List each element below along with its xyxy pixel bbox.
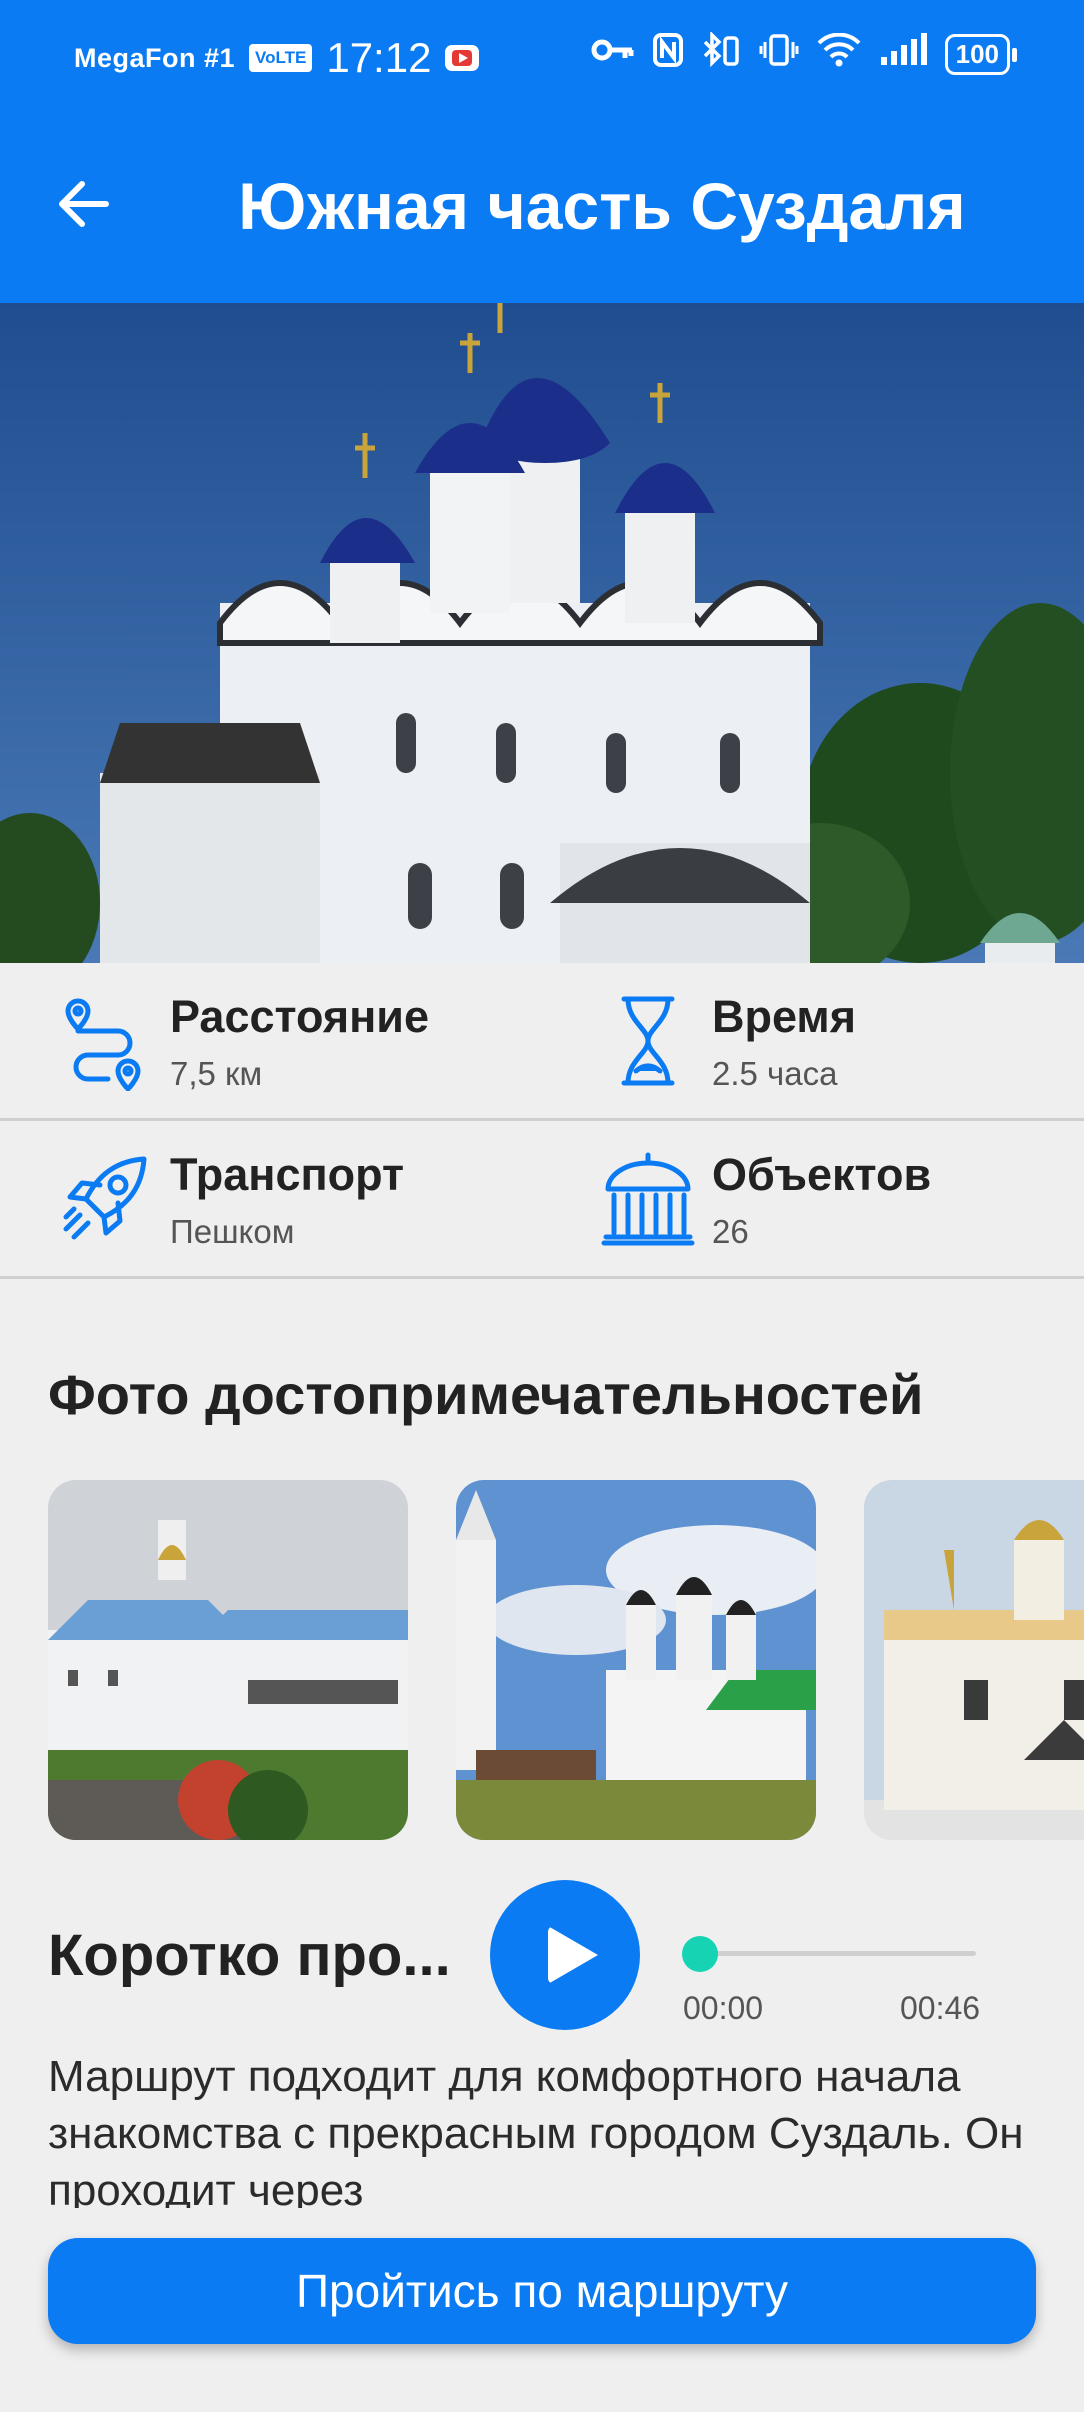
route-description: Маршрут подходит для комфортного начала …	[48, 2052, 1024, 2208]
start-route-button[interactable]: Пройтись по маршруту	[48, 2238, 1036, 2344]
back-button[interactable]	[52, 172, 116, 236]
youtube-icon	[445, 45, 480, 71]
app-header: MegaFon #1 VoLTE 17:12 100 Южная часть С…	[0, 0, 1084, 303]
photo-card[interactable]	[456, 1480, 816, 1840]
battery-indicator: 100	[944, 34, 1018, 75]
stat-value: 26	[712, 1213, 749, 1250]
status-time: 17:12	[326, 34, 432, 81]
rocket-icon	[56, 1149, 156, 1249]
photos-carousel[interactable]	[48, 1480, 1084, 1842]
audio-current-time: 00:00	[683, 1990, 764, 2026]
hero-image	[0, 303, 1084, 963]
page-title: Южная часть Суздаля	[238, 169, 966, 243]
signal-icon	[879, 33, 927, 76]
stat-value: Пешком	[170, 1213, 295, 1250]
stat-transport: Транспорт Пешком	[0, 1121, 542, 1279]
stat-distance: Расстояние 7,5 км	[0, 963, 542, 1121]
stats-row: Расстояние 7,5 км Время 2.5 часа	[0, 963, 1084, 1121]
hourglass-icon	[598, 991, 698, 1091]
nfc-icon	[652, 33, 683, 76]
stat-label: Время	[712, 991, 856, 1042]
play-button[interactable]	[490, 1880, 640, 2030]
stat-label: Расстояние	[170, 991, 429, 1042]
audio-progress-track[interactable]	[700, 1951, 976, 1956]
carrier-name: MegaFon #1	[74, 42, 236, 73]
museum-icon	[598, 1149, 698, 1249]
route-stats: Расстояние 7,5 км Время 2.5 часа Транспо…	[0, 963, 1084, 1279]
arrow-left-icon	[59, 181, 109, 227]
audio-title: Коротко про...	[48, 1923, 451, 1988]
route-icon	[56, 991, 156, 1092]
stat-value: 2.5 часа	[712, 1055, 838, 1092]
audio-progress-handle[interactable]	[682, 1936, 718, 1972]
stat-value: 7,5 км	[170, 1055, 263, 1092]
stat-objects: Объектов 26	[542, 1121, 1084, 1279]
wifi-icon	[817, 32, 861, 76]
stats-row: Транспорт Пешком Объектов 26	[0, 1121, 1084, 1279]
photo-card[interactable]	[864, 1480, 1084, 1840]
stat-label: Объектов	[712, 1149, 932, 1200]
status-bar: MegaFon #1 VoLTE 17:12 100	[0, 0, 1084, 110]
stat-label: Транспорт	[170, 1149, 405, 1200]
photo-card[interactable]	[48, 1480, 408, 1840]
stat-time: Время 2.5 часа	[542, 963, 1084, 1121]
bluetooth-icon	[701, 30, 741, 77]
photos-section-title: Фото достопримечательностей	[48, 1363, 924, 1426]
key-icon	[591, 35, 635, 74]
volte-icon: VoLTE	[249, 44, 313, 72]
vibrate-icon	[759, 32, 799, 77]
audio-duration: 00:46	[900, 1990, 981, 2026]
